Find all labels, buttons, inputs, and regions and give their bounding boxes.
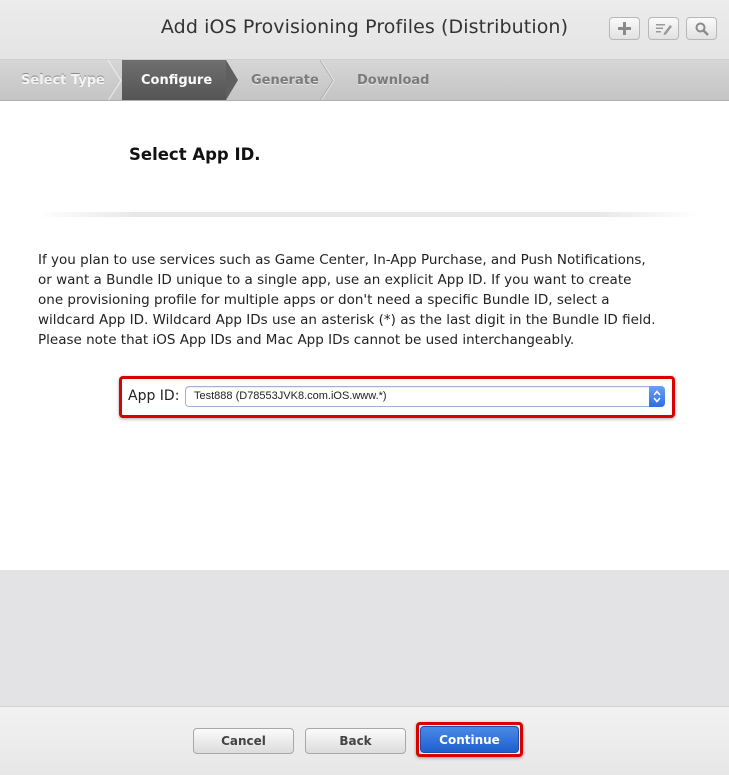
add-button[interactable] (609, 17, 640, 40)
app-id-field-group: App ID: Test888 (D78553JVK8.com.iOS.www.… (119, 376, 675, 418)
continue-button[interactable]: Continue (420, 726, 519, 753)
edit-button[interactable] (648, 17, 679, 40)
search-button[interactable] (686, 17, 717, 40)
active-step-arrow (226, 60, 238, 100)
edit-icon (655, 24, 672, 35)
step-download: Download (357, 73, 430, 88)
description-text: If you plan to use services such as Game… (38, 252, 656, 348)
step-separator (108, 60, 122, 100)
empty-area (0, 570, 729, 706)
step-progress-bar: Select Type Configure Generate Download (0, 60, 729, 101)
search-icon (695, 22, 709, 36)
step-separator (320, 60, 334, 100)
footer-bar: Cancel Back Continue (0, 706, 729, 775)
divider (36, 212, 698, 217)
header: Add iOS Provisioning Profiles (Distribut… (0, 0, 729, 60)
app-id-selected-value: Test888 (D78553JVK8.com.iOS.www.*) (194, 390, 387, 402)
section-heading: Select App ID. (129, 145, 261, 164)
app-id-label: App ID: (128, 388, 180, 404)
step-configure: Configure (141, 73, 213, 88)
continue-button-highlight: Continue (416, 722, 523, 757)
step-select-type: Select Type (21, 73, 105, 88)
back-button[interactable]: Back (305, 728, 406, 754)
cancel-button[interactable]: Cancel (193, 728, 294, 754)
select-stepper-icon (649, 386, 665, 407)
step-generate: Generate (251, 73, 319, 88)
app-id-select[interactable]: Test888 (D78553JVK8.com.iOS.www.*) (185, 386, 665, 407)
add-icon (618, 22, 631, 35)
